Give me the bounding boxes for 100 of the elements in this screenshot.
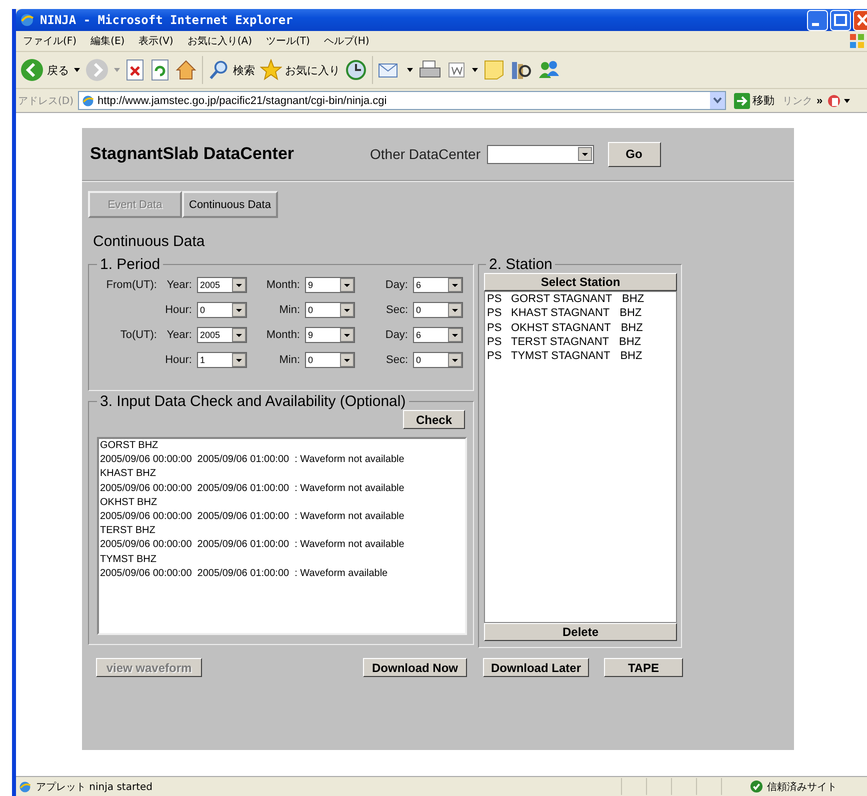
check-button[interactable]: Check [403, 410, 465, 429]
people-icon[interactable] [537, 59, 561, 81]
stop-icon[interactable] [125, 59, 145, 81]
value-dropdown[interactable]: 0 [413, 302, 463, 318]
value-dropdown[interactable]: 2005 [197, 327, 247, 343]
field-label: Year: [166, 279, 192, 291]
value-dropdown[interactable]: 2005 [197, 277, 247, 293]
station-name[interactable]: TYMST STAGNANT [511, 349, 610, 364]
search-button[interactable]: 検索 [208, 59, 255, 81]
action-button[interactable]: Download Now [363, 658, 467, 677]
maximize-icon[interactable] [830, 10, 851, 30]
network-code[interactable]: PS [487, 306, 511, 321]
caret-icon[interactable] [74, 68, 80, 72]
security-zone: 信頼済みサイト [767, 780, 838, 794]
log-line: 2005/09/06 00:00:00 2005/09/06 01:00:00 : Waveform not available [99, 510, 406, 524]
field-label: Sec: [384, 304, 408, 316]
delete-button[interactable]: Delete [484, 623, 677, 641]
datacenter-dropdown[interactable] [486, 144, 594, 164]
page-icon [80, 94, 95, 108]
network-code[interactable]: PS [487, 334, 511, 350]
close-icon[interactable] [853, 10, 867, 30]
favorites-button[interactable]: お気に入り [260, 59, 340, 81]
channel-code[interactable]: BHZ [620, 349, 642, 364]
action-button[interactable]: TAPE [604, 658, 683, 677]
search-icon [208, 59, 230, 81]
channel-code[interactable]: BHZ [620, 306, 642, 321]
go-button[interactable]: Go [608, 142, 660, 166]
mode-tab[interactable]: Continuous Data [182, 191, 278, 218]
network-code[interactable]: PS [487, 349, 511, 364]
field-label: Sec: [384, 354, 408, 366]
log-line: TERST BHZ [99, 524, 156, 538]
select-station-button[interactable]: Select Station [484, 273, 677, 291]
log-line: 2005/09/06 00:00:00 2005/09/06 01:00:00 : Waveform not available [99, 538, 406, 552]
app-title: StagnantSlab DataCenter [90, 144, 296, 164]
field-label: Month: [265, 279, 300, 291]
value-dropdown[interactable]: 9 [305, 277, 355, 293]
window-title: NINJA - Microsoft Internet Explorer [40, 13, 293, 27]
menu-item[interactable]: ツール(T) [259, 34, 317, 48]
station-name[interactable]: GORST STAGNANT [511, 292, 612, 306]
network-code[interactable]: PS [487, 292, 511, 306]
value-dropdown[interactable]: 0 [305, 352, 355, 368]
channel-code[interactable]: BHZ [620, 320, 643, 335]
minimize-icon[interactable] [807, 10, 828, 30]
log-line: 2005/09/06 00:00:00 2005/09/06 01:00:00 : Waveform not available [99, 482, 406, 496]
menu-item[interactable]: ヘルプ(H) [316, 34, 376, 48]
station-name[interactable]: KHAST STAGNANT [511, 306, 610, 321]
group-legend: 1. Period [97, 256, 164, 273]
value-dropdown[interactable]: 0 [413, 352, 463, 368]
status-text: アプレット ninja started [36, 780, 153, 794]
field-label: Day: [384, 279, 408, 291]
more-chevron[interactable]: » [816, 94, 823, 106]
group-legend: 2. Station [486, 256, 556, 273]
books-icon[interactable] [510, 59, 532, 81]
log-line: KHAST BHZ [99, 467, 157, 482]
field-label: Month: [265, 329, 300, 341]
toolbar-icon[interactable] [826, 92, 851, 108]
field-label: Year: [166, 329, 192, 341]
value-dropdown[interactable]: 1 [197, 352, 247, 368]
log-area[interactable] [97, 437, 467, 635]
station-name[interactable]: TERST STAGNANT [511, 334, 609, 350]
network-code[interactable]: PS [487, 320, 511, 335]
caret-icon[interactable] [472, 68, 478, 72]
value-dropdown[interactable]: 9 [305, 327, 355, 343]
arrow-icon [734, 92, 750, 108]
caret-icon[interactable] [407, 68, 413, 72]
document-icon[interactable] [447, 60, 467, 80]
channel-code[interactable]: BHZ [619, 334, 641, 350]
menu-item[interactable]: 編集(E) [84, 34, 132, 48]
go-button[interactable]: 移動 [730, 92, 779, 108]
browser-icon [19, 12, 35, 28]
field-label: Hour: [164, 304, 192, 316]
history-icon[interactable] [345, 59, 367, 81]
home-icon[interactable] [175, 59, 197, 81]
page-icon [18, 780, 32, 794]
log-line: 2005/09/06 00:00:00 2005/09/06 01:00:00 : Waveform not available [99, 453, 406, 468]
log-line: 2005/09/06 00:00:00 2005/09/06 01:00:00 : Waveform available [99, 566, 389, 581]
field-label: Min: [278, 304, 300, 316]
field-label: Day: [384, 329, 408, 341]
value-dropdown[interactable]: 6 [413, 327, 463, 343]
refresh-icon[interactable] [150, 59, 170, 81]
station-name[interactable]: OKHST STAGNANT [511, 320, 611, 335]
check-icon [750, 780, 763, 793]
value-dropdown[interactable]: 0 [197, 302, 247, 318]
log-line: GORST BHZ [99, 439, 160, 453]
action-button[interactable]: Download Later [483, 658, 589, 677]
address-field[interactable]: http://www.jamstec.go.jp/pacific21/stagnant/cgi-bin/ninja.cgi [78, 91, 726, 110]
menu-item[interactable]: ファイル(F) [16, 34, 84, 48]
star-icon [260, 59, 282, 81]
windows-logo-icon [849, 33, 865, 49]
range-label: From(UT): [105, 279, 157, 291]
field-label: Min: [278, 354, 300, 366]
menu-item[interactable]: 表示(V) [132, 34, 180, 48]
channel-code[interactable]: BHZ [622, 292, 644, 306]
value-dropdown[interactable]: 0 [305, 302, 355, 318]
value-dropdown[interactable]: 6 [413, 277, 463, 293]
field-label: Hour: [164, 354, 192, 366]
log-line: TYMST BHZ [99, 552, 158, 567]
menu-item[interactable]: お気に入り(A) [180, 34, 259, 48]
log-line: OKHST BHZ [99, 496, 158, 510]
back-button[interactable]: 戻る [20, 58, 69, 82]
